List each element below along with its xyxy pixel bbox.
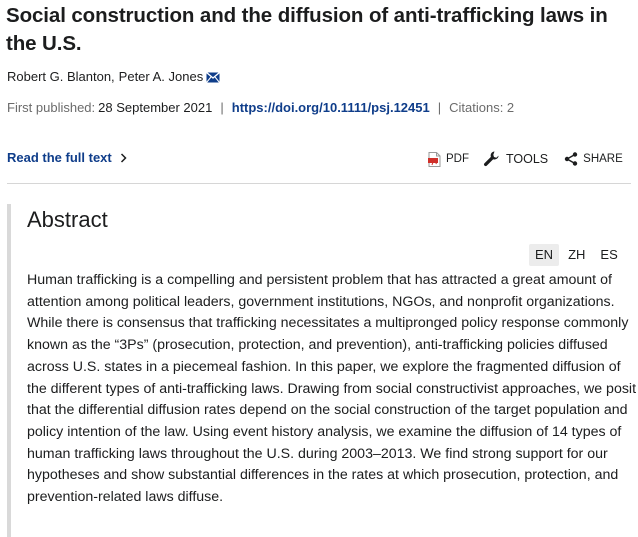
- pdf-label: PDF: [446, 153, 469, 165]
- share-button[interactable]: SHARE: [564, 152, 623, 166]
- section-divider: [7, 183, 631, 184]
- share-label: SHARE: [583, 153, 623, 165]
- article-tools-bar: PDF TOOLS SHARE: [428, 150, 623, 168]
- read-full-text-link[interactable]: Read the full text: [7, 150, 127, 166]
- author-list: Robert G. Blanton, Peter A. Jones: [7, 69, 221, 85]
- language-switcher: EN ZH ES: [529, 244, 624, 266]
- publication-meta: First published: 28 September 2021 | htt…: [7, 100, 514, 116]
- lang-en-button[interactable]: EN: [529, 244, 560, 266]
- tools-button[interactable]: TOOLS: [483, 150, 548, 168]
- first-published-date: 28 September 2021: [98, 100, 213, 115]
- wrench-icon: [484, 151, 499, 167]
- share-icon: [564, 152, 578, 166]
- meta-divider: |: [437, 100, 442, 115]
- tools-label: TOOLS: [506, 152, 549, 166]
- abstract-heading: Abstract: [27, 207, 108, 232]
- author-link[interactable]: Peter A. Jones: [119, 69, 204, 85]
- abstract-text: Human trafficking is a compelling and pe…: [27, 272, 637, 506]
- meta-divider: |: [220, 100, 224, 115]
- author-link[interactable]: Robert G. Blanton,: [7, 69, 115, 85]
- read-full-text-label: Read the full text: [7, 150, 112, 165]
- first-published-label: First published:: [7, 100, 96, 115]
- doi-link[interactable]: https://doi.org/10.1111/psj.12451: [232, 100, 430, 116]
- lang-es-button[interactable]: ES: [594, 244, 623, 266]
- article-title: Social construction and the diffusion of…: [6, 4, 608, 55]
- abstract-section: Abstract EN ZH ES Human trafficking is a…: [7, 204, 638, 537]
- pdf-file-icon: [428, 151, 441, 167]
- lang-zh-button[interactable]: ZH: [562, 244, 591, 266]
- chevron-right-icon: [120, 153, 127, 163]
- citations-count[interactable]: Citations: 2: [449, 100, 514, 116]
- pdf-button[interactable]: PDF: [428, 151, 469, 167]
- envelope-icon[interactable]: [206, 71, 221, 83]
